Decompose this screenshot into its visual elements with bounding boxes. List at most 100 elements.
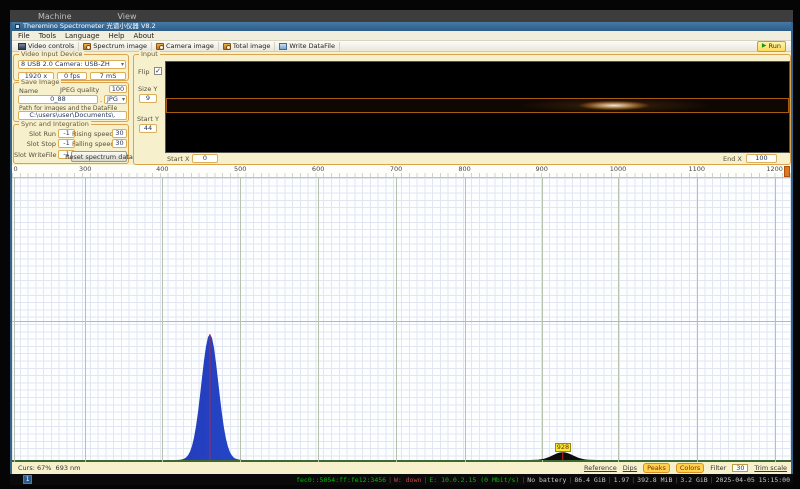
status-segments: fec0::5054:ff:fe12:3456 | W: down | E: 10.0.… [296,476,790,484]
chevron-down-icon: ▾ [120,61,124,68]
workspace-badge[interactable]: 1 [23,475,32,484]
screen: Machine View Theremino Spectrometer 光谱小仪器… [0,0,800,489]
start-x-label: Start X [167,155,190,163]
titlebar[interactable]: Theremino Spectrometer 光谱小仪器 V8.2 [12,22,791,31]
checkmark-icon: ✓ [155,67,161,75]
video-controls-icon [18,42,26,50]
status-segment: No battery [527,475,567,484]
app-menubar: File Tools Language Help About [12,31,791,41]
peaks-button[interactable]: Peaks [643,463,670,473]
peak-area [12,334,791,460]
trim-scale-button[interactable]: Trim scale [754,464,787,472]
ruler-end-marker [784,166,790,177]
vm-menu-view[interactable]: View [118,12,137,21]
menu-language[interactable]: Language [65,32,100,40]
falling-speed-field[interactable]: 30 [112,139,127,148]
chevron-down-icon: ▾ [121,96,125,103]
reference-button[interactable]: Reference [584,464,617,472]
camera-icon [156,42,165,50]
menu-tools[interactable]: Tools [39,32,56,40]
toolbar-button-label: Spectrum image [93,42,148,50]
vm-menubar: Machine View [10,10,793,22]
play-icon: ▶ [761,42,767,49]
sync-group: Sync and Integration Slot Run -1 Rising … [13,120,133,164]
status-segment: 86.4 GiB [574,475,606,484]
jpeg-quality-field[interactable]: 100 [109,85,127,93]
menu-file[interactable]: File [18,32,30,40]
status-segment: fec0::5054:ff:fe12:3456 [296,475,387,484]
vm-menu-machine[interactable]: Machine [38,12,72,21]
axis-tick-label: 400 [156,165,169,173]
image-name-field[interactable]: 0_88 [18,95,98,104]
slot-run-label: Slot Run [29,130,56,138]
chart-plot[interactable]: 484928 [12,178,791,462]
size-y-label: Size Y [138,85,158,93]
name-label: Name [19,87,39,95]
cursor-readout: Curs: 67% 693 nm [18,464,81,472]
end-x-field[interactable]: 100 [746,154,777,163]
axis-tick-label: 1200 [766,165,783,173]
path-field[interactable]: C:\users\user\Documents\. [18,111,127,120]
dips-button[interactable]: Dips [623,464,637,472]
toolbar-button-label: Write DataFile [289,42,335,50]
status-segment: 392.8 MiB [637,475,673,484]
size-y-field[interactable]: 9 [139,94,157,103]
reset-spectrum-button[interactable]: Reset spectrum data [65,151,133,162]
axis-tick-label: 300 [79,165,92,173]
colors-button[interactable]: Colors [675,463,705,473]
flip-label: Flip [138,68,150,76]
app-window: Theremino Spectrometer 光谱小仪器 V8.2 File To… [10,22,793,474]
separator: | [388,475,393,484]
window-title: Theremino Spectrometer 光谱小仪器 V8.2 [23,22,156,30]
rising-speed-label: Rising speed [72,130,114,138]
camera-icon [83,42,92,50]
status-segment: 3.2 GiB [680,475,708,484]
start-y-field[interactable]: 44 [139,124,157,133]
menu-about[interactable]: About [133,32,154,40]
video-device-dropdown[interactable]: 8 USB 2.0 Camera: USB-ZH ▾ [18,60,126,69]
save-image-group-title: Save Image [19,78,62,86]
flip-checkbox[interactable]: ✓ [154,67,162,75]
run-button[interactable]: ▶ Run [756,40,786,52]
sync-group-title: Sync and Integration [19,120,91,128]
latency-readout: 7 mS [90,72,126,80]
menu-help[interactable]: Help [109,32,125,40]
fps-readout: 0 fps [57,72,87,80]
filter-field[interactable]: 30 [732,464,749,472]
separator: | [521,475,526,484]
status-segment: 1.97 [613,475,630,484]
toolbar: Video controls Spectrum image Camera image… [12,40,791,52]
status-segment: W: down [394,475,422,484]
toolbar-button-label: Video controls [28,42,75,50]
video-device-value: 8 USB 2.0 Camera: USB-ZH [21,60,110,68]
axis-tick-label: 600 [311,165,325,173]
rising-speed-field[interactable]: 30 [112,129,127,138]
peak-area [12,452,791,460]
spectrum-chart[interactable]: 0 300 400 500 600 700 800 900 1000 1100 1200 48492… [12,165,791,462]
status-segment: E: 10.0.2.15 (0 Mbit/s) [429,475,520,484]
axis-tick-label: 0 [13,165,18,173]
write-datafile-button[interactable]: Write DataFile [275,41,340,51]
capture-band[interactable] [166,98,789,113]
image-format-dropdown[interactable]: JPG ▾ [104,95,127,104]
separator: | [674,475,679,484]
axis-tick-label: 500 [234,165,247,173]
axis-tick-label: 1100 [688,165,706,173]
separator: | [568,475,573,484]
camera-image-button[interactable]: Camera image [152,41,219,51]
separator: | [709,475,714,484]
spectrum-curve [12,334,791,460]
start-x-field[interactable]: 0 [192,154,218,163]
camera-preview[interactable] [165,61,790,153]
falling-speed-label: Falling speed [72,140,115,148]
separator: | [607,475,612,484]
toolbar-button-label: Total image [232,42,271,50]
video-input-group: Video Input Device 8 USB 2.0 Camera: USB… [13,51,129,81]
total-image-button[interactable]: Total image [219,41,276,51]
jpeg-quality-label: JPEG quality [60,86,100,94]
write-datafile-icon [279,42,288,50]
chart-bottombar: Curs: 67% 693 nm Reference Dips Peaks Co… [12,462,791,474]
axis-tick-label: 900 [535,165,548,173]
camera-icon [222,42,231,50]
separator: | [423,475,428,484]
